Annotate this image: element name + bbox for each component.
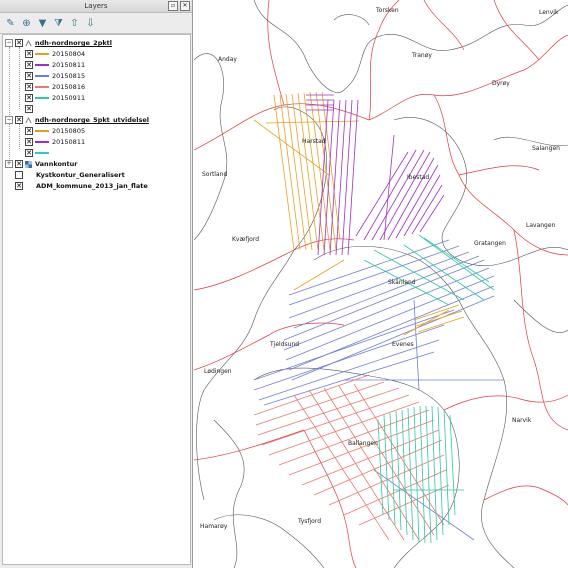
filter-icon[interactable]: ▼: [36, 17, 49, 30]
add-group-icon[interactable]: ⊕: [20, 17, 33, 30]
legend-item[interactable]: ✕ 20150805: [25, 126, 85, 136]
checkbox[interactable]: ✕: [15, 160, 23, 168]
legend-label: 20150911: [52, 94, 86, 102]
place-label: Lenvik: [539, 9, 559, 16]
checkbox[interactable]: ✕: [25, 138, 33, 146]
color-swatch: [35, 86, 49, 88]
collapse-icon[interactable]: −: [5, 39, 13, 47]
checkbox[interactable]: ✕: [25, 105, 33, 113]
place-label: Anday: [218, 56, 237, 63]
color-swatch: [35, 141, 49, 143]
legend-item[interactable]: ✕ 20150815: [25, 71, 85, 81]
place-label: Harstad: [302, 138, 326, 145]
layer-row-adm[interactable]: ✕ ADM_kommune_2013_jan_flate: [15, 181, 148, 191]
place-label: Salangen: [532, 145, 560, 152]
legend-label: 20150816: [52, 83, 86, 91]
legend-item[interactable]: ✕: [25, 148, 52, 158]
place-label: Kvæfjord: [232, 236, 259, 243]
checkbox[interactable]: ✕: [15, 39, 23, 47]
layers-toolbar: ✎ ⊕ ▼ ⧩ ⇧ ⇩: [0, 13, 192, 34]
legend-item[interactable]: ✕ 20150816: [25, 82, 85, 92]
color-swatch: [35, 130, 49, 132]
place-label: Lødingen: [204, 368, 232, 375]
place-label: Lavangen: [526, 222, 556, 229]
layer-name: Kystkontur_Generalisert: [36, 171, 125, 179]
raster-layer-icon: [25, 160, 32, 168]
place-label: Ibestad: [407, 174, 430, 181]
checkbox[interactable]: ✕: [25, 83, 33, 91]
expand-icon[interactable]: +: [5, 160, 13, 168]
collapse-icon[interactable]: −: [5, 116, 13, 124]
legend-label: 20150804: [52, 50, 86, 58]
place-label: Tysfjord: [298, 518, 322, 525]
place-label: Tranøy: [412, 52, 432, 59]
color-swatch: [35, 64, 49, 66]
legend-label: 20150811: [52, 61, 86, 69]
layers-panel: Layers ▫ ✕ ✎ ⊕ ▼ ⧩ ⇧ ⇩ − ✕ ndh-nordnorge…: [0, 0, 193, 568]
legend-label: 20150815: [52, 72, 86, 80]
legend-label: 20150805: [52, 127, 86, 135]
layer-group-row[interactable]: − ✕ ndh-nordnorge_5pkt_utvidelsel: [5, 115, 149, 125]
legend-item[interactable]: ✕ 20150911: [25, 93, 85, 103]
layer-name: ADM_kommune_2013_jan_flate: [36, 182, 148, 190]
place-label: Ballangen: [348, 440, 378, 447]
color-swatch: [35, 152, 49, 154]
map-canvas[interactable]: Torsken Lenvik Anday Tranøy Dyrøy Harsta…: [194, 0, 568, 568]
color-swatch: [35, 97, 49, 99]
checkbox[interactable]: ✕: [25, 149, 33, 157]
map-svg: [194, 0, 568, 568]
legend-label: 20150811: [52, 138, 86, 146]
place-label: Sortland: [202, 171, 228, 178]
place-label: Torsken: [376, 7, 399, 14]
checkbox[interactable]: ✕: [15, 171, 23, 179]
float-icon[interactable]: ▫: [168, 1, 178, 11]
color-swatch: [35, 53, 49, 55]
line-layer-icon: [25, 39, 32, 46]
layer-group-name: ndh-nordnorge_2pktl: [35, 39, 113, 47]
legend-item[interactable]: ✕ 20150804: [25, 49, 85, 59]
checkbox[interactable]: ✕: [25, 127, 33, 135]
place-label: Narvik: [512, 417, 532, 424]
checkbox[interactable]: ✕: [25, 94, 33, 102]
layer-row-kystkontur[interactable]: ✕ Kystkontur_Generalisert: [15, 170, 125, 180]
panel-title: Layers: [84, 2, 108, 10]
checkbox[interactable]: ✕: [15, 182, 23, 190]
panel-title-bar: Layers ▫ ✕: [0, 0, 192, 13]
color-swatch: [35, 75, 49, 77]
close-icon[interactable]: ✕: [180, 1, 190, 11]
checkbox[interactable]: ✕: [25, 50, 33, 58]
place-label: Skånland: [388, 279, 416, 286]
line-layer-icon: [25, 116, 32, 123]
layer-name: Vannkontur: [35, 160, 78, 168]
layer-row-vannkontur[interactable]: + ✕ Vannkontur: [5, 159, 78, 169]
place-label: Tjeldsund: [270, 341, 300, 348]
flight-lines: [253, 91, 504, 544]
layer-group-row[interactable]: − ✕ ndh-nordnorge_2pktl: [5, 38, 112, 48]
style-icon[interactable]: ✎: [4, 17, 17, 30]
filter-legend-icon[interactable]: ⧩: [52, 17, 65, 30]
collapse-all-icon[interactable]: ⇩: [84, 17, 97, 30]
place-label: Hamarøy: [200, 523, 228, 530]
legend-item[interactable]: ✕ 20150811: [25, 137, 85, 147]
place-label: Dyrøy: [492, 80, 510, 87]
place-label: Evenes: [392, 341, 414, 348]
checkbox[interactable]: ✕: [25, 72, 33, 80]
checkbox[interactable]: ✕: [25, 61, 33, 69]
layer-group-name: ndh-nordnorge_5pkt_utvidelsel: [35, 116, 150, 124]
checkbox[interactable]: ✕: [15, 116, 23, 124]
expand-all-icon[interactable]: ⇧: [68, 17, 81, 30]
place-label: Gratangen: [474, 240, 506, 247]
legend-item[interactable]: ✕: [25, 104, 35, 114]
layer-tree: − ✕ ndh-nordnorge_2pktl ✕ 20150804 ✕ 201…: [2, 34, 191, 565]
legend-item[interactable]: ✕ 20150811: [25, 60, 85, 70]
